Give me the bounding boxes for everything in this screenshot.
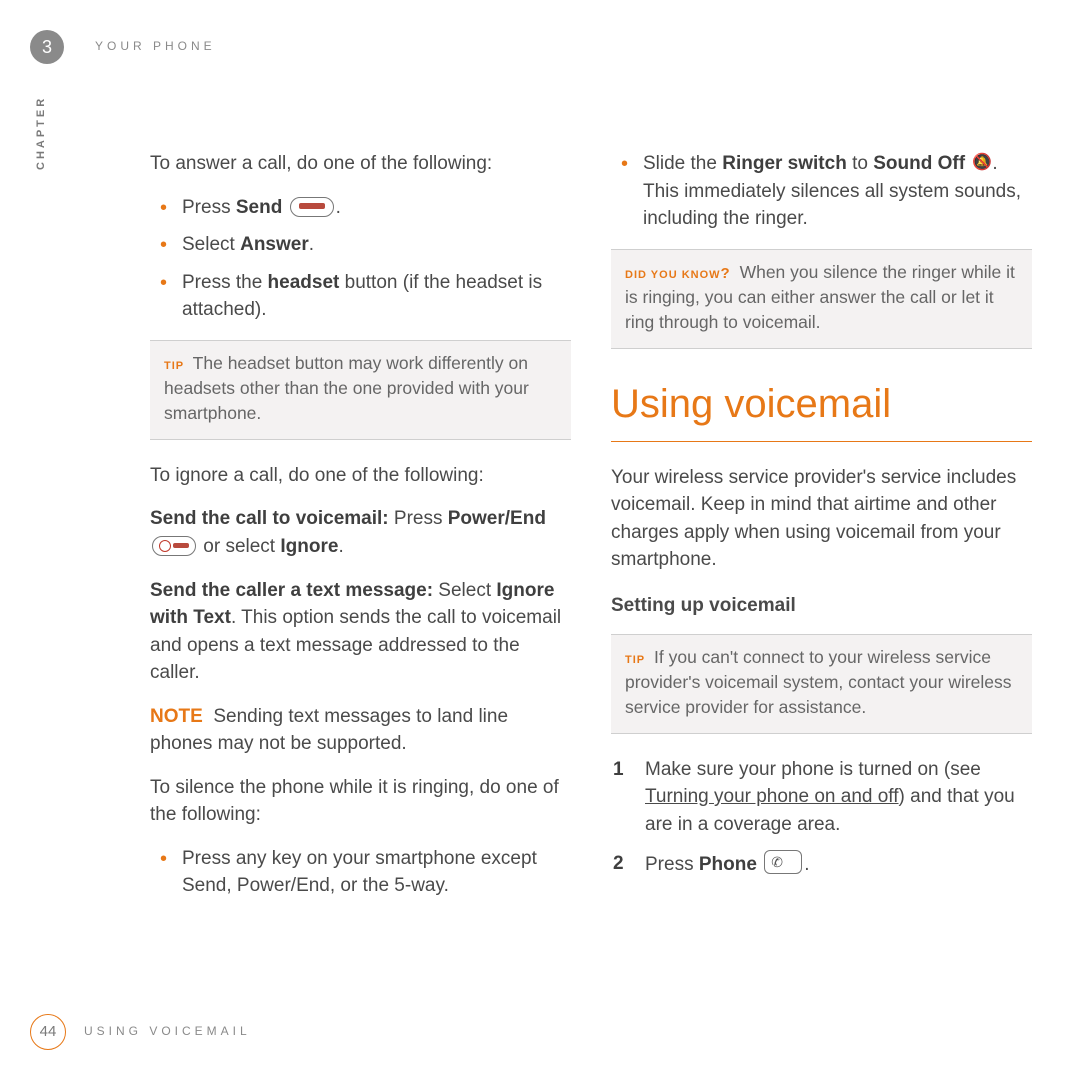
turning-phone-on-off-link[interactable]: Turning your phone on and off bbox=[645, 786, 899, 807]
send-key-icon bbox=[290, 197, 334, 217]
answer-intro: To answer a call, do one of the followin… bbox=[150, 150, 571, 178]
tip-voicemail-callout: TIP If you can't connect to your wireles… bbox=[611, 634, 1032, 734]
tip-headset-callout: TIP The headset button may work differen… bbox=[150, 340, 571, 440]
text: to bbox=[847, 153, 873, 174]
did-you-know-label: DID YOU KNOW? bbox=[625, 269, 731, 281]
answer-options-list: Press Send . Select Answer. Press the he… bbox=[150, 194, 571, 324]
send-key-label: Send bbox=[236, 197, 282, 218]
text: . bbox=[804, 854, 809, 875]
tip-label: TIP bbox=[164, 360, 184, 372]
note-para: NOTE Sending text messages to land line … bbox=[150, 703, 571, 758]
send-text-label: Send the caller a text message: bbox=[150, 580, 433, 601]
chapter-sidebar: 3 bbox=[30, 30, 64, 64]
tip-label: TIP bbox=[625, 654, 645, 666]
text: Select bbox=[433, 580, 496, 601]
setting-up-voicemail-heading: Setting up voicemail bbox=[611, 592, 1032, 620]
text: . bbox=[309, 234, 314, 255]
chapter-label-vertical: CHAPTER bbox=[34, 96, 50, 170]
setup-steps-list: Make sure your phone is turned on (see T… bbox=[611, 756, 1032, 879]
tip-text: If you can't connect to your wireless se… bbox=[625, 647, 1012, 718]
right-column: Slide the Ringer switch to Sound Off . T… bbox=[611, 150, 1032, 910]
dyk-label-text: DID YOU KNOW bbox=[625, 269, 721, 281]
running-header: YOUR PHONE bbox=[95, 38, 216, 55]
text: or select bbox=[198, 536, 280, 557]
tip-text: The headset button may work differently … bbox=[164, 353, 529, 424]
list-item: Press the headset button (if the headset… bbox=[150, 269, 571, 324]
silence-intro: To silence the phone while it is ringing… bbox=[150, 774, 571, 829]
step-item: Press Phone . bbox=[611, 850, 1032, 879]
list-item: Press Send . bbox=[150, 194, 571, 222]
text: . bbox=[338, 536, 343, 557]
page-footer: 44 USING VOICEMAIL bbox=[30, 1014, 251, 1050]
text: Press the bbox=[182, 272, 268, 293]
silence-options-list-left: Press any key on your smartphone except … bbox=[150, 845, 571, 900]
text: Select bbox=[182, 234, 240, 255]
text: . bbox=[336, 197, 341, 218]
step-item: Make sure your phone is turned on (see T… bbox=[611, 756, 1032, 839]
power-end-key-icon bbox=[152, 536, 196, 556]
section-heading-using-voicemail: Using voicemail bbox=[611, 375, 1032, 442]
send-voicemail-label: Send the call to voicemail: bbox=[150, 508, 389, 529]
power-end-label: Power/End bbox=[448, 508, 546, 529]
note-label: NOTE bbox=[150, 706, 203, 727]
page: 3 CHAPTER YOUR PHONE To answer a call, d… bbox=[0, 0, 1080, 1080]
headset-label: headset bbox=[268, 272, 340, 293]
page-number-badge: 44 bbox=[30, 1014, 66, 1050]
sound-off-icon bbox=[972, 153, 990, 171]
chapter-number-badge: 3 bbox=[30, 30, 64, 64]
voicemail-intro: Your wireless service provider's service… bbox=[611, 464, 1032, 574]
silence-options-list-right: Slide the Ringer switch to Sound Off . T… bbox=[611, 150, 1032, 233]
phone-key-icon bbox=[764, 850, 802, 874]
list-item: Press any key on your smartphone except … bbox=[150, 845, 571, 900]
text: Press bbox=[389, 508, 448, 529]
phone-key-label: Phone bbox=[699, 854, 757, 875]
note-text: Sending text messages to land line phone… bbox=[150, 706, 508, 755]
list-item: Select Answer. bbox=[150, 231, 571, 259]
send-to-voicemail-para: Send the call to voicemail: Press Power/… bbox=[150, 505, 571, 560]
ringer-switch-label: Ringer switch bbox=[722, 153, 847, 174]
answer-label: Answer bbox=[240, 234, 309, 255]
ignore-intro: To ignore a call, do one of the followin… bbox=[150, 462, 571, 490]
text: Slide the bbox=[643, 153, 722, 174]
text: Press bbox=[645, 854, 699, 875]
content-columns: To answer a call, do one of the followin… bbox=[150, 150, 1032, 910]
list-item: Slide the Ringer switch to Sound Off . T… bbox=[611, 150, 1032, 233]
text: Make sure your phone is turned on (see bbox=[645, 759, 981, 780]
ignore-label: Ignore bbox=[280, 536, 338, 557]
running-footer: USING VOICEMAIL bbox=[84, 1023, 251, 1040]
text: Press bbox=[182, 197, 236, 218]
left-column: To answer a call, do one of the followin… bbox=[150, 150, 571, 910]
text: Press any key on your smartphone except … bbox=[182, 848, 537, 897]
send-text-para: Send the caller a text message: Select I… bbox=[150, 577, 571, 687]
sound-off-label: Sound Off bbox=[873, 153, 965, 174]
did-you-know-callout: DID YOU KNOW? When you silence the ringe… bbox=[611, 249, 1032, 349]
